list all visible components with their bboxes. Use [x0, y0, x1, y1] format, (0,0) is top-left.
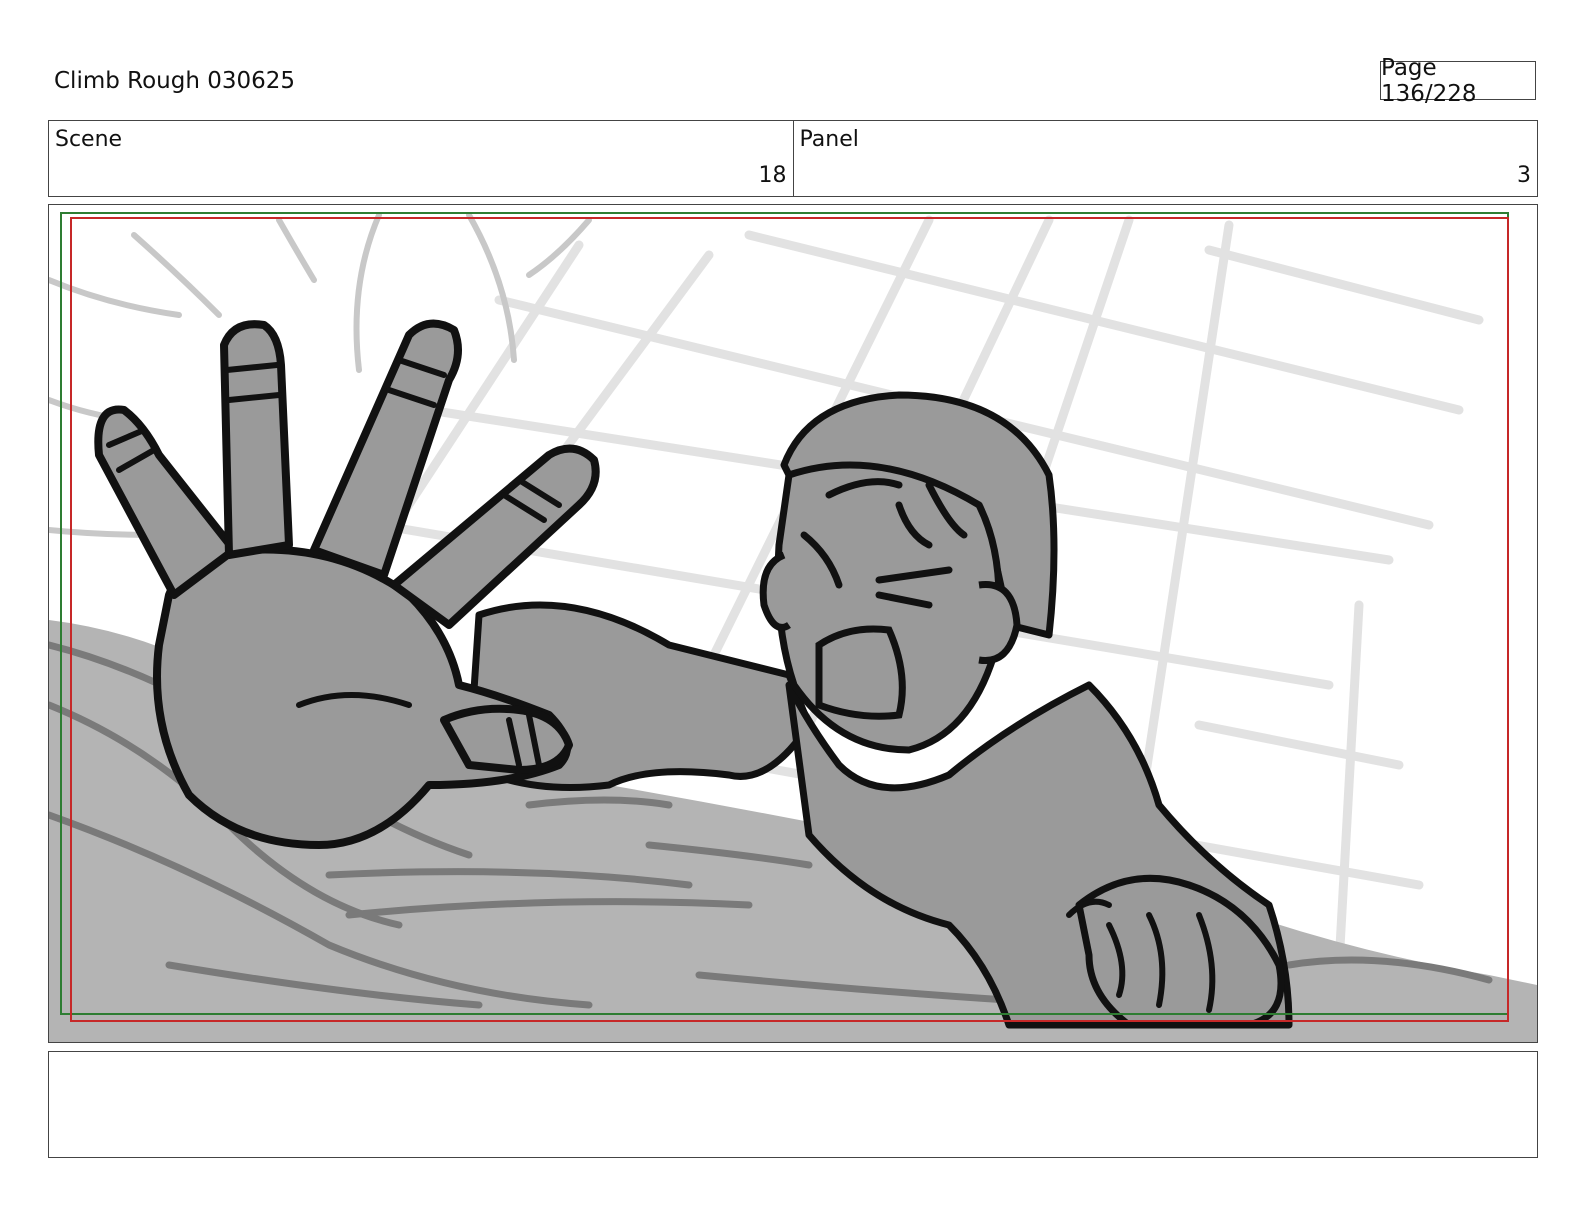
page-counter: Page 136/228 [1380, 55, 1536, 107]
storyboard-panel-frame [48, 204, 1538, 1043]
scene-label: Scene [55, 127, 123, 152]
scene-panel-info: Scene 18 Panel 3 [48, 120, 1538, 197]
ear-right [978, 581, 1021, 665]
panel-number: 3 [1517, 163, 1531, 188]
scene-number: 18 [758, 163, 787, 188]
panel-label: Panel [799, 127, 859, 152]
scene-cell: Scene 18 [49, 121, 793, 196]
panel-drawing [49, 212, 1537, 1042]
panel-cell: Panel 3 [792, 121, 1538, 196]
panel-notes [48, 1051, 1538, 1158]
document-title: Climb Rough 030625 [54, 68, 296, 94]
